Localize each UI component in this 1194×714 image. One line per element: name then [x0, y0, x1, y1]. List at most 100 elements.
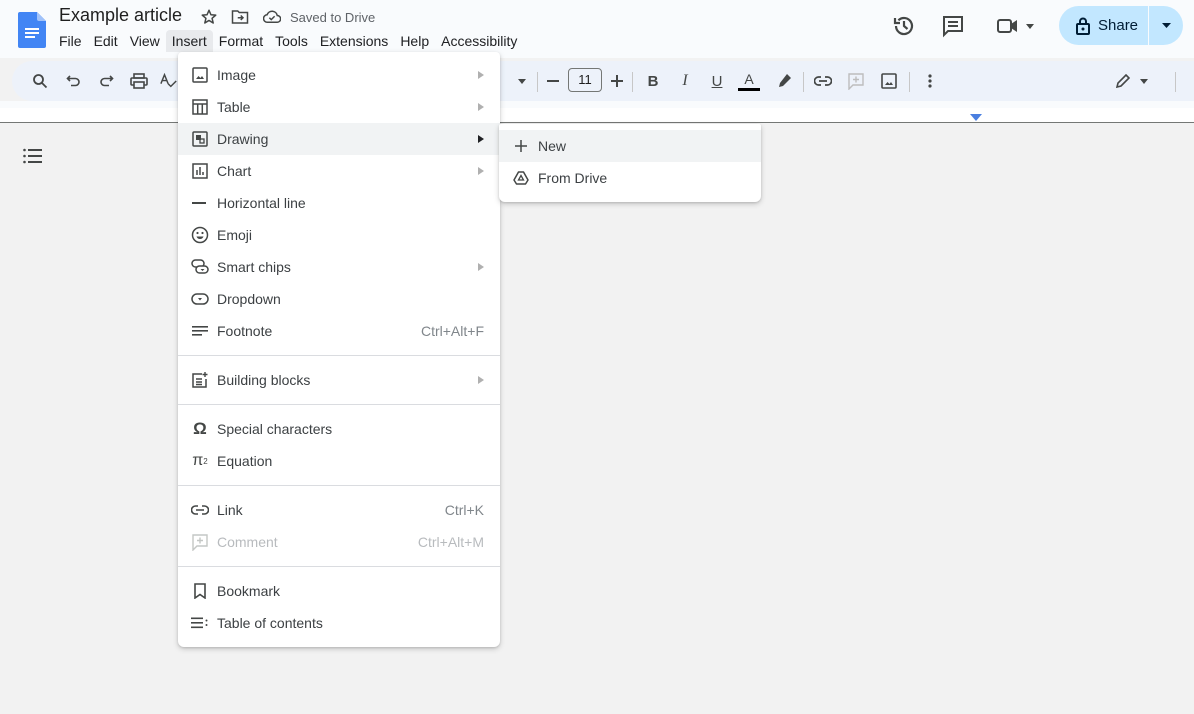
omega-icon: Ω — [193, 419, 207, 438]
menu-item-horizontal-line[interactable]: Horizontal line — [178, 187, 500, 219]
move-to-folder-icon[interactable] — [231, 8, 249, 26]
toolbar-divider — [632, 72, 633, 92]
plus-icon — [511, 136, 531, 156]
bookmark-icon — [190, 581, 210, 601]
share-button-group: Share — [1059, 6, 1183, 45]
chart-icon — [190, 161, 210, 181]
meet-dropdown-icon[interactable] — [1026, 23, 1034, 29]
menu-item-drawing[interactable]: Drawing — [178, 123, 500, 155]
dropdown-icon — [190, 289, 210, 309]
cloud-saved-icon[interactable] — [263, 8, 281, 26]
add-comment-icon[interactable] — [844, 69, 868, 93]
menu-item-building-blocks[interactable]: Building blocks — [178, 364, 500, 396]
highlight-icon[interactable] — [772, 69, 796, 93]
pi-icon: π2 — [192, 452, 208, 469]
menu-item-table-of-contents[interactable]: Table of contents — [178, 607, 500, 639]
menu-edit[interactable]: Edit — [88, 30, 124, 52]
star-icon[interactable] — [200, 8, 218, 26]
right-indent-marker[interactable] — [970, 114, 982, 121]
insert-menu: Image Table Drawing Chart Horizontal lin… — [178, 52, 500, 647]
comment-icon — [190, 532, 210, 552]
submenu-item-new[interactable]: New — [499, 130, 761, 162]
insert-image-icon[interactable] — [877, 69, 901, 93]
drive-icon — [511, 168, 531, 188]
menu-accessibility[interactable]: Accessibility — [435, 30, 523, 52]
submenu-arrow-icon — [478, 103, 484, 111]
submenu-item-from-drive[interactable]: From Drive — [499, 162, 761, 194]
underline-icon[interactable]: U — [705, 69, 729, 93]
submenu-arrow-icon — [478, 167, 484, 175]
meet-icon[interactable] — [996, 14, 1034, 38]
save-status[interactable]: Saved to Drive — [290, 10, 375, 25]
insert-link-icon[interactable] — [811, 69, 835, 93]
decrease-font-size-icon[interactable] — [541, 69, 565, 93]
drawing-submenu: New From Drive — [499, 124, 761, 202]
redo-icon[interactable] — [94, 69, 118, 93]
text-color-icon[interactable]: A — [737, 69, 761, 93]
menu-format[interactable]: Format — [213, 30, 269, 52]
submenu-arrow-icon — [478, 71, 484, 79]
italic-icon[interactable]: I — [673, 69, 697, 93]
submenu-arrow-icon — [478, 135, 484, 143]
search-menus-icon[interactable] — [28, 69, 52, 93]
document-outline-icon[interactable] — [23, 148, 43, 169]
smart-chips-icon — [190, 257, 210, 277]
toolbar-divider — [803, 72, 804, 92]
menu-item-link[interactable]: Link Ctrl+K — [178, 494, 500, 526]
menu-tools[interactable]: Tools — [269, 30, 314, 52]
share-label: Share — [1098, 17, 1139, 34]
emoji-icon — [190, 225, 210, 245]
menu-view[interactable]: View — [124, 30, 166, 52]
menu-file[interactable]: File — [53, 30, 88, 52]
print-icon[interactable] — [127, 69, 151, 93]
share-button[interactable]: Share — [1059, 6, 1149, 45]
submenu-arrow-icon — [478, 263, 484, 271]
menu-item-bookmark[interactable]: Bookmark — [178, 575, 500, 607]
font-dropdown-icon[interactable] — [510, 69, 534, 93]
more-options-icon[interactable] — [918, 69, 942, 93]
menu-item-smart-chips[interactable]: Smart chips — [178, 251, 500, 283]
image-icon — [190, 65, 210, 85]
menu-help[interactable]: Help — [394, 30, 435, 52]
menu-item-dropdown[interactable]: Dropdown — [178, 283, 500, 315]
horizontal-line-icon — [190, 193, 210, 213]
menu-item-table[interactable]: Table — [178, 91, 500, 123]
spellcheck-icon[interactable] — [160, 69, 178, 93]
comments-icon[interactable] — [941, 14, 965, 38]
undo-icon[interactable] — [62, 69, 86, 93]
table-icon — [190, 97, 210, 117]
editing-mode-icon[interactable] — [1112, 69, 1152, 93]
menu-divider — [178, 355, 500, 356]
menu-item-footnote[interactable]: Footnote Ctrl+Alt+F — [178, 315, 500, 347]
menu-item-equation[interactable]: π2 Equation — [178, 445, 500, 477]
menu-item-emoji[interactable]: Emoji — [178, 219, 500, 251]
menu-divider — [178, 404, 500, 405]
menu-extensions[interactable]: Extensions — [314, 30, 394, 52]
header: Example article Saved to Drive File Edit… — [0, 0, 1194, 58]
document-title[interactable]: Example article — [59, 5, 182, 26]
menu-item-special-characters[interactable]: Ω Special characters — [178, 413, 500, 445]
shortcut-label: Ctrl+Alt+F — [420, 323, 484, 339]
menubar: File Edit View Insert Format Tools Exten… — [53, 30, 523, 52]
toolbar-divider — [909, 72, 910, 92]
toolbar-divider — [537, 72, 538, 92]
increase-font-size-icon[interactable] — [605, 69, 629, 93]
menu-item-image[interactable]: Image — [178, 59, 500, 91]
link-icon — [190, 500, 210, 520]
bold-icon[interactable]: B — [641, 69, 665, 93]
version-history-icon[interactable] — [892, 14, 916, 38]
docs-logo-icon[interactable] — [18, 12, 46, 48]
drawing-icon — [190, 129, 210, 149]
menu-divider — [178, 566, 500, 567]
footnote-icon — [190, 321, 210, 341]
share-dropdown-button[interactable] — [1149, 6, 1183, 45]
menu-item-chart[interactable]: Chart — [178, 155, 500, 187]
menu-divider — [178, 485, 500, 486]
font-size-input[interactable]: 11 — [568, 68, 602, 92]
menu-item-comment[interactable]: Comment Ctrl+Alt+M — [178, 526, 500, 558]
chevron-down-icon — [1161, 23, 1171, 28]
lock-icon — [1076, 17, 1090, 35]
table-of-contents-icon — [190, 613, 210, 633]
submenu-arrow-icon — [478, 376, 484, 384]
menu-insert[interactable]: Insert — [165, 30, 213, 52]
